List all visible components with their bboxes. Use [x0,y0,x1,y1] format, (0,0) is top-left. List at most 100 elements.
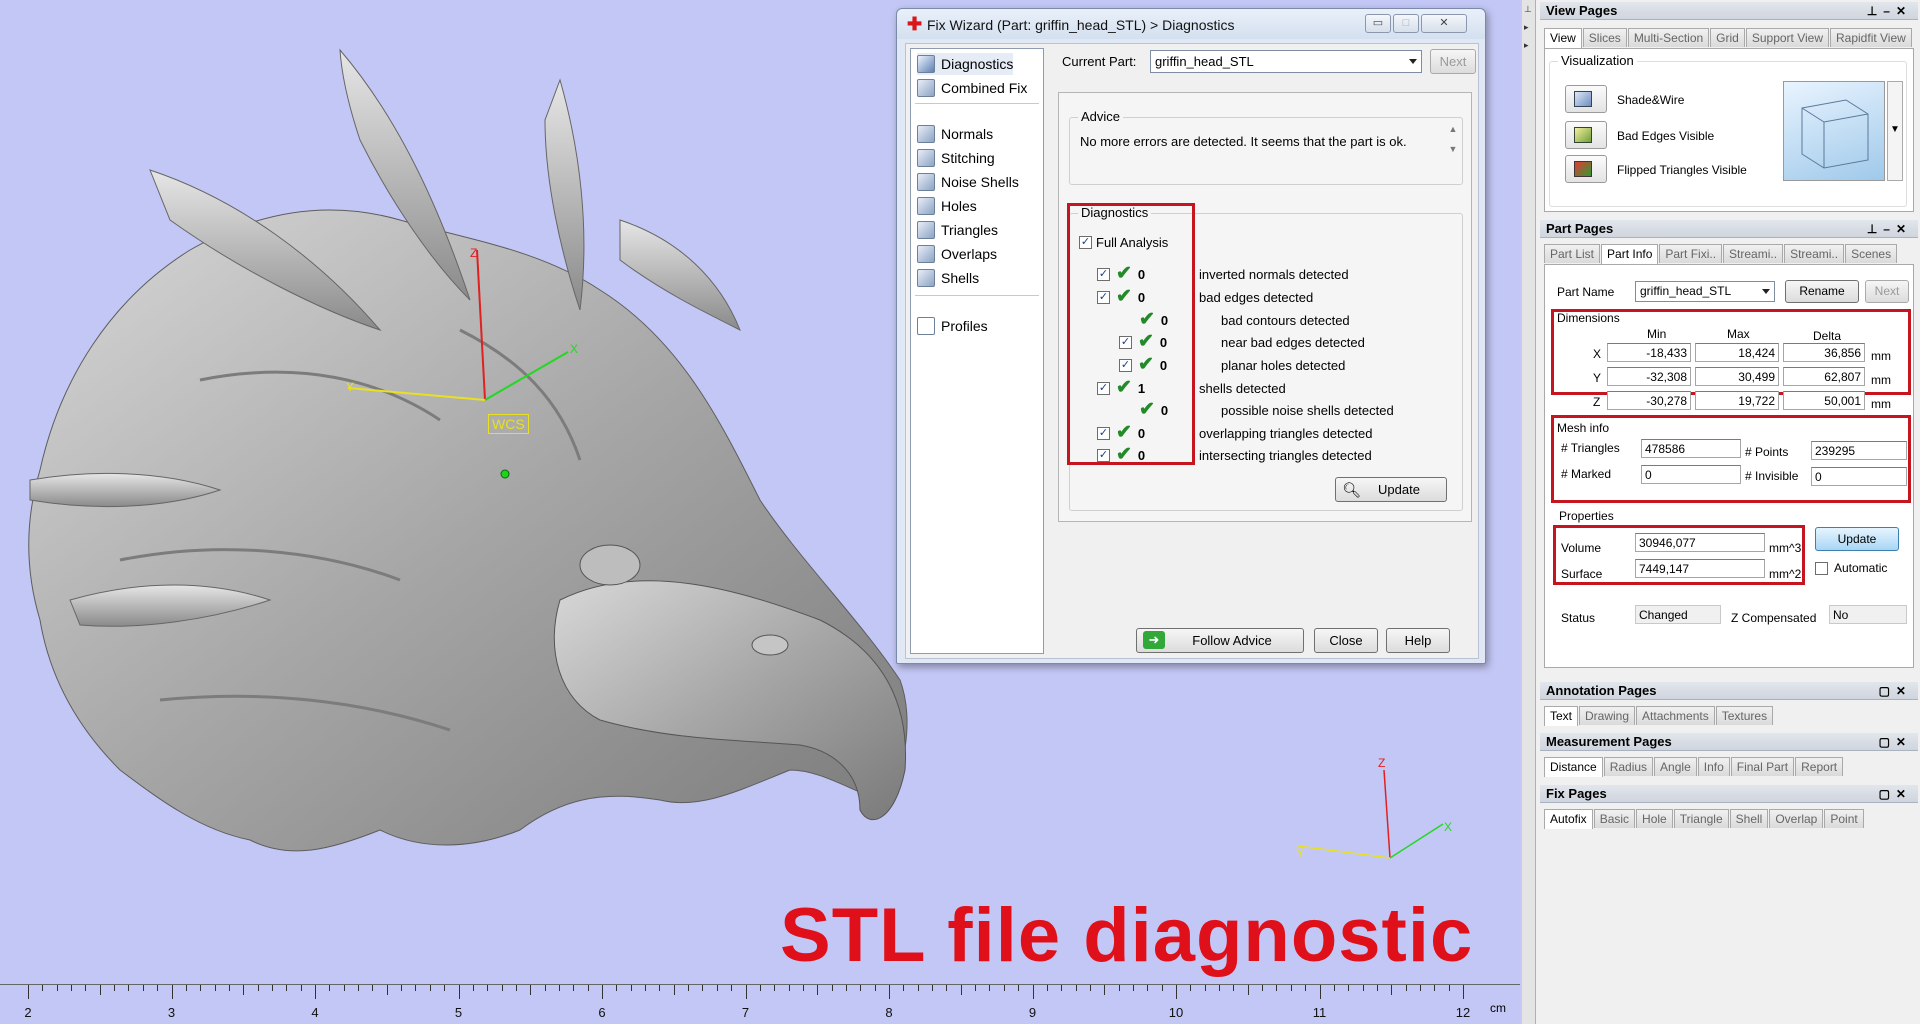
nav-item-triangles[interactable]: Triangles [917,219,998,241]
dock-strip[interactable]: ⊥ ▸ ▸ [1522,0,1536,1024]
tab-point[interactable]: Point [1824,809,1864,828]
dim-min[interactable]: -30,278 [1607,391,1691,410]
tab-multi-section[interactable]: Multi-Section [1627,28,1710,47]
tab-info[interactable]: Info [1697,757,1730,776]
tab-drawing[interactable]: Drawing [1579,706,1636,725]
close-button[interactable]: Close [1314,628,1378,653]
tab-basic[interactable]: Basic [1593,809,1636,828]
row-count: 0 [1137,289,1146,305]
nav-item-diagnostics[interactable]: Diagnostics [917,53,1014,75]
panel-controls[interactable]: ⊥–✕ [1867,220,1912,238]
current-part-select[interactable]: griffin_head_STL [1150,50,1422,73]
nav-item-combined-fix[interactable]: Combined Fix [917,77,1027,99]
row-text: planar holes detected [1221,358,1346,373]
pin-icon[interactable]: ⊥ [1524,4,1534,14]
bad-edges-button[interactable] [1565,121,1607,149]
next-part-button[interactable]: Next [1865,280,1909,303]
tab-final-part[interactable]: Final Part [1730,757,1795,776]
invisible-value[interactable]: 0 [1811,467,1907,486]
row-checkbox[interactable]: ✓ [1119,358,1132,372]
follow-advice-button[interactable]: ➜ Follow Advice [1136,628,1304,653]
shade-wire-button[interactable] [1565,85,1607,113]
tab-text[interactable]: Text [1544,706,1579,726]
tab-overlap[interactable]: Overlap [1769,809,1824,828]
wizard-titlebar[interactable]: ✚ Fix Wizard (Part: griffin_head_STL) > … [897,9,1485,39]
tab-streaming-1[interactable]: Streami.. [1723,244,1784,263]
tab-shell[interactable]: Shell [1729,809,1769,828]
close-window-button[interactable]: ✕ [1421,14,1467,33]
tab-report[interactable]: Report [1795,757,1844,776]
arrow-icon[interactable]: ▸ [1524,22,1534,32]
ruler-minor-tick [128,985,130,991]
dim-delta[interactable]: 62,807 [1783,367,1865,386]
tab-autofix[interactable]: Autofix [1544,809,1593,829]
next-button[interactable]: Next [1430,49,1476,74]
tab-rapidfit-view[interactable]: Rapidfit View [1830,28,1912,47]
nav-item-stitching[interactable]: Stitching [917,147,995,169]
tab-support-view[interactable]: Support View [1745,28,1829,47]
help-button[interactable]: Help [1386,628,1450,653]
view-cube[interactable] [1783,81,1885,181]
minimize-button[interactable]: ▭ [1365,14,1391,33]
nav-item-profiles[interactable]: Profiles [917,315,988,337]
row-checkbox[interactable]: ✓ [1097,267,1110,281]
update-diagnostics-button[interactable]: 🔍︎ Update [1335,477,1447,502]
dim-min[interactable]: -32,308 [1607,367,1691,386]
dim-delta[interactable]: 50,001 [1783,391,1865,410]
tab-radius[interactable]: Radius [1603,757,1654,776]
panel-controls[interactable]: ▢✕ [1879,733,1912,751]
dim-max[interactable]: 18,424 [1695,343,1779,362]
part-name-select[interactable]: griffin_head_STL [1635,281,1775,302]
tab-part-list[interactable]: Part List [1544,244,1601,263]
tab-triangle[interactable]: Triangle [1673,809,1729,828]
maximize-button[interactable]: □ [1393,14,1419,33]
row-checkbox[interactable]: ✓ [1097,426,1110,440]
tab-distance[interactable]: Distance [1544,757,1603,777]
fix-wizard-window[interactable]: ✚ Fix Wizard (Part: griffin_head_STL) > … [896,8,1486,664]
dim-delta[interactable]: 36,856 [1783,343,1865,362]
points-value[interactable]: 239295 [1811,441,1907,460]
marked-value[interactable]: 0 [1641,465,1741,484]
tab-part-info[interactable]: Part Info [1601,244,1659,264]
triangles-value[interactable]: 478586 [1641,439,1741,458]
surface-value[interactable]: 7449,147 [1635,559,1765,578]
row-checkbox[interactable]: ✓ [1119,335,1132,349]
tab-grid[interactable]: Grid [1710,28,1745,47]
nav-item-normals[interactable]: Normals [917,123,993,145]
panel-controls[interactable]: ▢✕ [1879,785,1912,803]
update-properties-button[interactable]: Update [1815,527,1899,551]
volume-value[interactable]: 30946,077 [1635,533,1765,552]
panel-controls[interactable]: ⊥–✕ [1867,2,1912,20]
tab-scenes[interactable]: Scenes [1845,244,1898,263]
nav-item-noise-shells[interactable]: Noise Shells [917,171,1019,193]
panel-controls[interactable]: ▢✕ [1879,682,1912,700]
nav-item-overlaps[interactable]: Overlaps [917,243,997,265]
row-checkbox[interactable]: ✓ [1097,290,1110,304]
rename-button[interactable]: Rename [1785,280,1859,303]
flipped-triangles-button[interactable] [1565,155,1607,183]
dim-max[interactable]: 19,722 [1695,391,1779,410]
tab-slices[interactable]: Slices [1582,28,1627,47]
tab-view[interactable]: View [1544,28,1582,48]
ruler-minor-tick [788,985,790,991]
dim-min[interactable]: -18,433 [1607,343,1691,362]
full-analysis-checkbox[interactable]: ✓ [1079,235,1092,249]
tab-textures[interactable]: Textures [1715,706,1774,725]
automatic-checkbox[interactable] [1815,561,1828,575]
row-checkbox[interactable]: ✓ [1097,448,1110,462]
tab-hole[interactable]: Hole [1636,809,1673,828]
ruler-major-tick [1463,985,1464,999]
tab-part-fixing[interactable]: Part Fixi.. [1659,244,1723,263]
nav-item-holes[interactable]: Holes [917,195,977,217]
full-analysis-row[interactable]: ✓ Full Analysis [1079,233,1168,251]
tab-angle[interactable]: Angle [1654,757,1697,776]
tab-attachments[interactable]: Attachments [1636,706,1715,725]
view-cube-dropdown[interactable]: ▼ [1887,81,1903,181]
tab-streaming-2[interactable]: Streami.. [1784,244,1845,263]
automatic-row[interactable]: Automatic [1815,561,1887,575]
row-checkbox[interactable]: ✓ [1097,381,1110,395]
nav-item-shells[interactable]: Shells [917,267,979,289]
dim-max[interactable]: 30,499 [1695,367,1779,386]
arrow-icon[interactable]: ▸ [1524,40,1534,50]
advice-scrollbar[interactable]: ▲ ▼ [1446,124,1460,172]
